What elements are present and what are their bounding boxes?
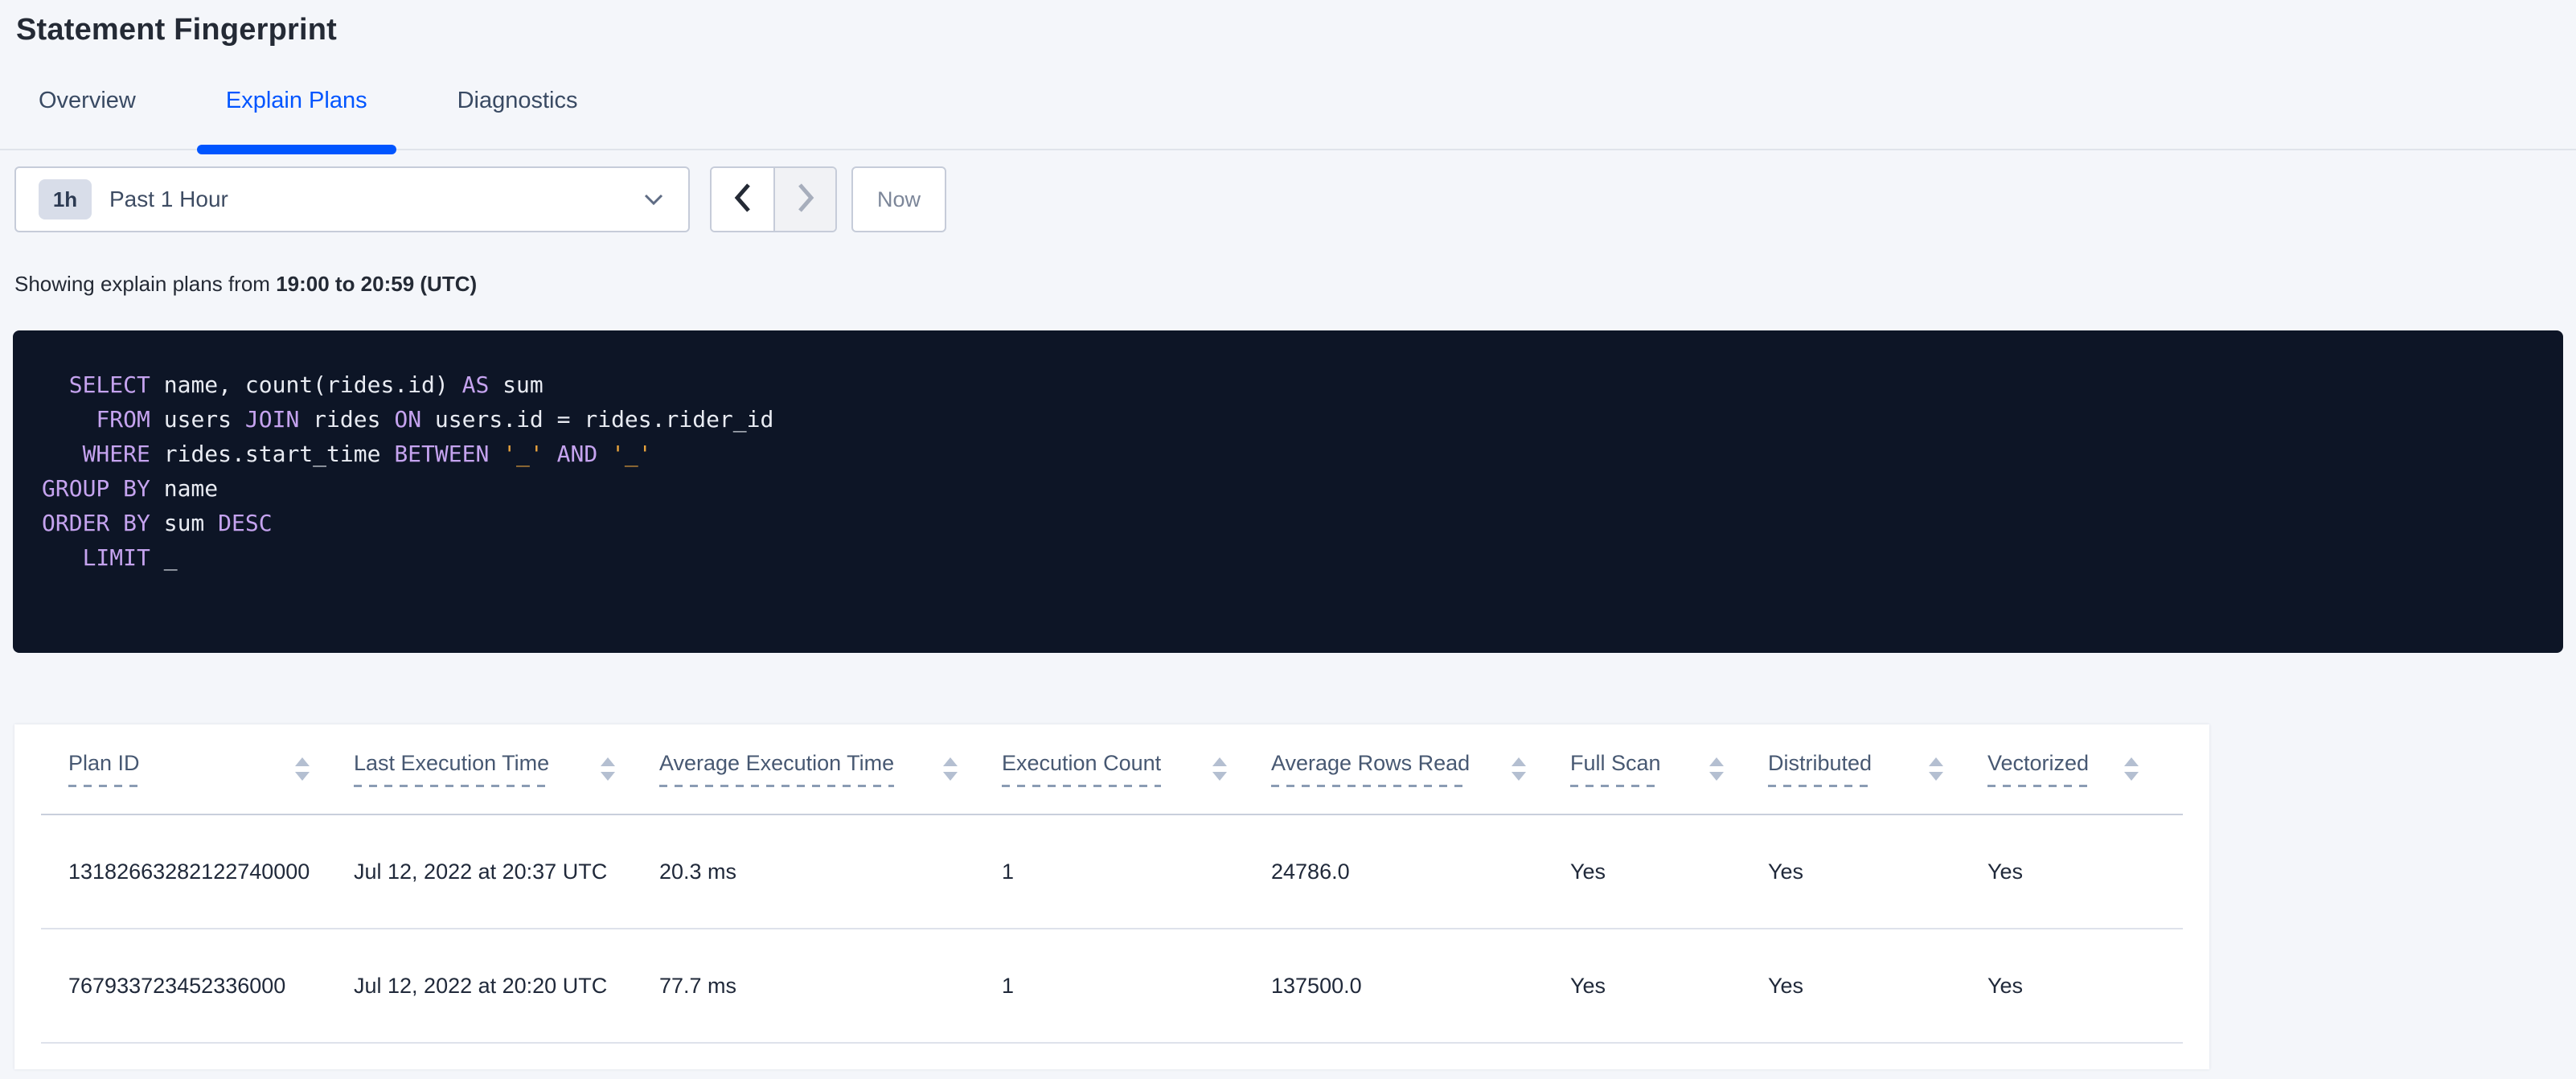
cell-average-rows-read: 24786.0	[1271, 859, 1350, 884]
column-header-plan-id[interactable]: Plan ID	[68, 751, 354, 787]
cell-full-scan: Yes	[1570, 859, 1606, 884]
sql-keyword: AND	[556, 441, 598, 467]
sort-icon[interactable]	[1212, 757, 1227, 781]
sort-icon[interactable]	[295, 757, 310, 781]
column-header-label: Average Execution Time	[659, 751, 895, 787]
column-header-execution-count[interactable]: Execution Count	[1002, 751, 1271, 787]
sql-statement: SELECT name, count(rides.id) AS sum FROM…	[42, 367, 2547, 575]
sql-keyword: WHERE	[82, 441, 150, 467]
time-range-arrows	[710, 166, 837, 232]
sql-keyword: LIMIT	[82, 544, 150, 571]
column-header-label: Average Rows Read	[1271, 751, 1471, 787]
sql-statement-card: SELECT name, count(rides.id) AS sum FROM…	[13, 330, 2563, 653]
sql-literal: '_'	[502, 441, 544, 467]
cell-distributed: Yes	[1768, 973, 1804, 998]
sql-keyword: ORDER BY	[42, 510, 150, 536]
column-header-label: Execution Count	[1002, 751, 1162, 787]
showing-plans-caption: Showing explain plans from 19:00 to 20:5…	[14, 272, 2576, 297]
sql-keyword: GROUP BY	[42, 475, 150, 502]
cell-plan-id: 767933723452336000	[68, 973, 286, 998]
column-header-average-execution-time[interactable]: Average Execution Time	[659, 751, 1002, 787]
previous-time-range-button[interactable]	[712, 168, 773, 231]
cell-execution-count: 1	[1002, 859, 1015, 884]
sql-text: users.id = rides.rider_id	[421, 406, 774, 433]
sql-text: sum	[489, 371, 544, 398]
sql-text: rides	[299, 406, 395, 433]
column-header-last-execution-time[interactable]: Last Execution Time	[354, 751, 659, 787]
time-range-dropdown[interactable]: 1h Past 1 Hour	[14, 166, 690, 232]
sql-text: name, count(rides.id)	[150, 371, 462, 398]
sort-icon[interactable]	[1512, 757, 1526, 781]
explain-plans-table: Plan ID Last Execution Time Average Execut…	[14, 724, 2209, 1069]
tab-explain-plans[interactable]: Explain Plans	[196, 88, 396, 154]
caption-prefix: Showing explain plans from	[14, 272, 277, 296]
sort-icon[interactable]	[2124, 757, 2139, 781]
column-header-label: Last Execution Time	[354, 751, 550, 787]
cell-full-scan: Yes	[1570, 973, 1606, 998]
sql-literal: '_'	[611, 441, 652, 467]
column-header-distributed[interactable]: Distributed	[1768, 751, 1987, 787]
cell-average-execution-time: 20.3 ms	[659, 859, 737, 884]
table-header-row: Plan ID Last Execution Time Average Execut…	[41, 724, 2183, 815]
cell-average-execution-time: 77.7 ms	[659, 973, 737, 998]
sql-keyword: AS	[461, 371, 490, 398]
table-row: 13182663282122740000 Jul 12, 2022 at 20:3…	[41, 815, 2183, 929]
sql-keyword: ON	[394, 406, 422, 433]
sql-text: users	[150, 406, 245, 433]
cell-average-rows-read: 137500.0	[1271, 973, 1362, 998]
chevron-down-icon	[643, 192, 664, 207]
sort-icon[interactable]	[1929, 757, 1943, 781]
cell-execution-count: 1	[1002, 973, 1015, 998]
column-header-label: Plan ID	[68, 751, 140, 787]
cell-vectorized: Yes	[1987, 973, 2024, 998]
sort-icon[interactable]	[1709, 757, 1724, 781]
column-header-vectorized[interactable]: Vectorized	[1987, 751, 2183, 787]
sql-keyword: DESC	[218, 510, 273, 536]
sql-keyword: SELECT	[68, 371, 150, 398]
caption-time-range: 19:00 to 20:59 (UTC)	[276, 272, 478, 296]
column-header-label: Vectorized	[1987, 751, 2090, 787]
sql-keyword: JOIN	[244, 406, 300, 433]
sql-text: sum	[150, 510, 219, 536]
cell-plan-id: 13182663282122740000	[68, 859, 310, 884]
sort-icon[interactable]	[943, 757, 958, 781]
cell-vectorized: Yes	[1987, 859, 2024, 884]
page-title: Statement Fingerprint	[16, 13, 338, 47]
time-picker-row: 1h Past 1 Hour Now	[14, 166, 2576, 232]
now-button[interactable]: Now	[851, 166, 946, 232]
cell-last-execution-time: Jul 12, 2022 at 20:20 UTC	[354, 973, 608, 998]
table-row: 767933723452336000 Jul 12, 2022 at 20:20 …	[41, 929, 2183, 1044]
table-body: 13182663282122740000 Jul 12, 2022 at 20:3…	[41, 815, 2183, 1044]
column-header-full-scan[interactable]: Full Scan	[1570, 751, 1768, 787]
next-time-range-button[interactable]	[773, 168, 835, 231]
time-range-label: Past 1 Hour	[109, 187, 228, 211]
column-header-label: Distributed	[1768, 751, 1873, 787]
sort-icon[interactable]	[601, 757, 615, 781]
tab-bar: Overview Explain Plans Diagnostics	[0, 88, 2576, 154]
sql-keyword: BETWEEN	[394, 441, 490, 467]
sql-text: name	[150, 475, 219, 502]
tab-diagnostics[interactable]: Diagnostics	[457, 88, 578, 149]
cell-distributed: Yes	[1768, 859, 1804, 884]
column-header-label: Full Scan	[1570, 751, 1661, 787]
sql-keyword: FROM	[96, 406, 150, 433]
chevron-left-icon	[731, 181, 755, 219]
tab-overview[interactable]: Overview	[39, 88, 136, 149]
sql-text: rides.start_time	[150, 441, 395, 467]
chevron-right-icon	[794, 181, 818, 219]
time-range-badge: 1h	[39, 179, 92, 219]
column-header-average-rows-read[interactable]: Average Rows Read	[1271, 751, 1570, 787]
cell-last-execution-time: Jul 12, 2022 at 20:37 UTC	[354, 859, 608, 884]
sql-text: _	[150, 544, 178, 571]
